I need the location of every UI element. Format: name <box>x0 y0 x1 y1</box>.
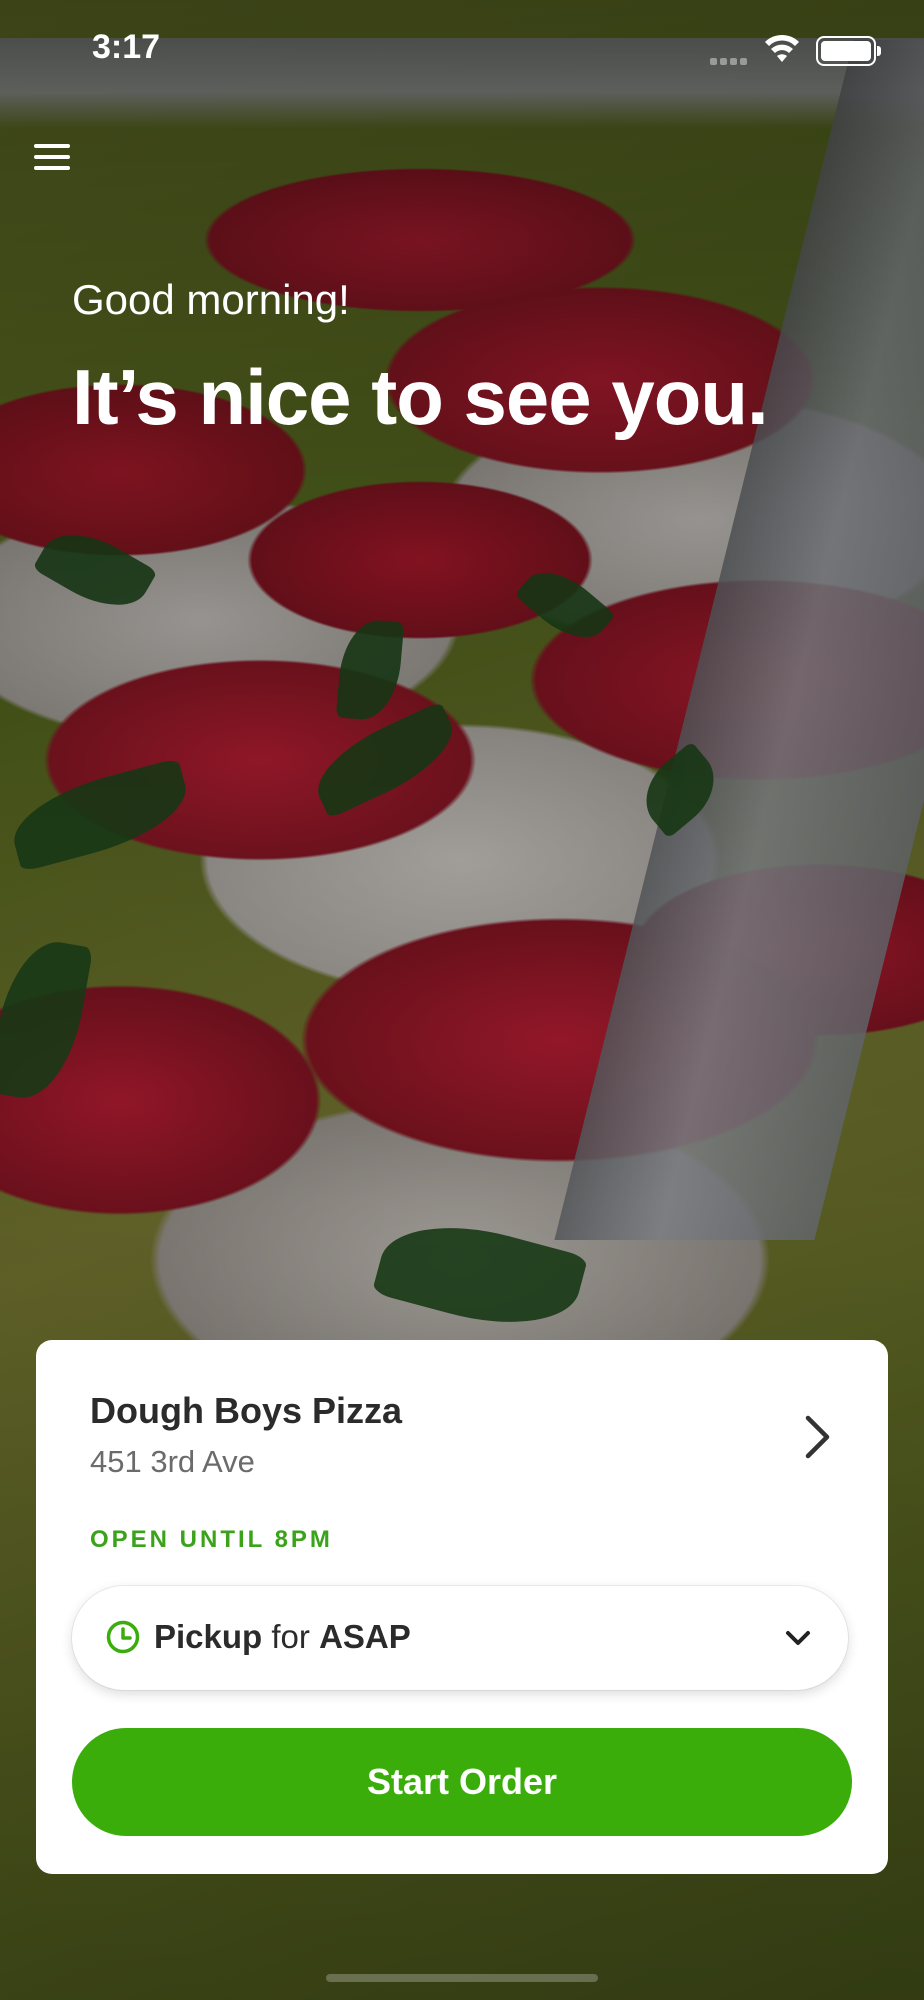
cell-signal-icon <box>710 52 750 70</box>
status-bar: 3:17 <box>0 0 924 100</box>
chevron-down-icon <box>786 1631 810 1645</box>
order-mode-label: Pickup for ASAP <box>154 1618 411 1656</box>
store-hours-status: OPEN UNTIL 8PM <box>90 1526 333 1553</box>
headline-text: It’s nice to see you. <box>72 353 769 441</box>
home-indicator <box>326 1974 598 1982</box>
wifi-icon <box>765 34 799 62</box>
order-mode-selector[interactable]: Pickup for ASAP <box>72 1586 848 1690</box>
start-order-button[interactable]: Start Order <box>72 1728 852 1836</box>
battery-icon <box>816 36 881 66</box>
menu-icon[interactable] <box>34 140 72 174</box>
greeting-text: Good morning! <box>72 276 350 323</box>
status-time: 3:17 <box>92 28 161 66</box>
order-mode: Pickup <box>154 1618 263 1655</box>
order-time: ASAP <box>319 1618 411 1655</box>
order-mode-connector: for <box>271 1618 310 1655</box>
store-name[interactable]: Dough Boys Pizza <box>90 1390 402 1432</box>
store-card: Dough Boys Pizza 451 3rd Ave OPEN UNTIL … <box>36 1340 888 1874</box>
chevron-right-icon[interactable] <box>802 1414 832 1460</box>
store-address: 451 3rd Ave <box>90 1444 255 1479</box>
clock-icon <box>106 1620 140 1654</box>
